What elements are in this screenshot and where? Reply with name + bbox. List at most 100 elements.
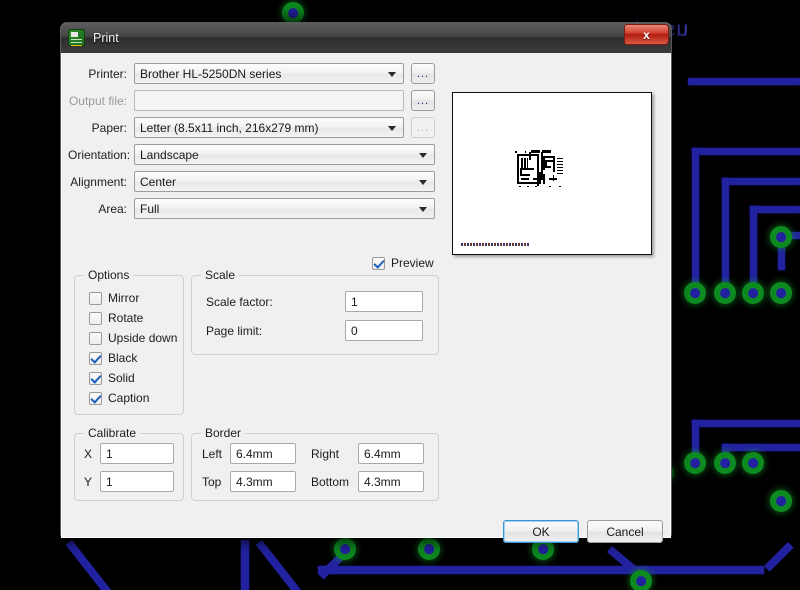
preview-checkbox-label: Preview [391, 256, 434, 270]
pcb-via [770, 282, 792, 304]
scale-factor-input[interactable]: 1 [345, 291, 423, 312]
option-caption-row[interactable]: Caption [89, 388, 183, 408]
border-bottom-input[interactable]: 4.3mm [358, 471, 424, 492]
calibrate-y-label: Y [84, 475, 93, 489]
alignment-row: Alignment: Center [68, 171, 435, 192]
area-value: Full [140, 201, 160, 216]
page-limit-value: 0 [351, 323, 358, 338]
pcb-trace [318, 566, 764, 574]
output-file-row: Output file: ... [68, 90, 435, 111]
paper-select[interactable]: Letter (8.5x11 inch, 216x279 mm) [134, 117, 404, 138]
option-upside-down-checkbox[interactable] [89, 331, 102, 345]
orientation-label: Orientation: [68, 147, 131, 162]
border-right-input[interactable]: 6.4mm [358, 443, 424, 464]
calibrate-x-label: X [84, 447, 93, 461]
pcb-via [770, 226, 792, 248]
option-mirror-checkbox[interactable] [89, 291, 102, 305]
pcb-via [418, 538, 440, 560]
print-dialog-window: Print x Printer: Brother HL-5250DN serie… [60, 22, 672, 543]
chevron-down-icon [388, 125, 396, 131]
calibrate-group: Calibrate X 1 Y 1 [74, 426, 184, 501]
chevron-down-icon [419, 152, 427, 158]
printer-select[interactable]: Brother HL-5250DN series [134, 63, 404, 84]
option-solid-checkbox[interactable] [89, 371, 102, 385]
printer-browse-button[interactable]: ... [411, 63, 435, 84]
print-preview-panel [452, 92, 652, 255]
option-upside-down-label: Upside down [108, 331, 178, 345]
option-mirror-label: Mirror [108, 291, 140, 305]
pcb-via [282, 2, 304, 24]
printer-row: Printer: Brother HL-5250DN series ... [68, 63, 435, 84]
option-solid-row[interactable]: Solid [89, 368, 183, 388]
scale-group: Scale Scale factor: 1 Page limit: 0 [191, 268, 439, 355]
alignment-label: Alignment: [70, 174, 127, 189]
border-top-input[interactable]: 4.3mm [230, 471, 296, 492]
pcb-trace [750, 206, 757, 288]
option-rotate-label: Rotate [108, 311, 144, 325]
options-group-title: Options [84, 268, 134, 282]
output-file-browse-button[interactable]: ... [411, 90, 435, 111]
border-right-label: Right [311, 447, 340, 461]
pcb-trace [65, 540, 153, 590]
area-label: Area: [98, 201, 127, 216]
pcb-via [684, 282, 706, 304]
border-group: Border Left 6.4mm Right 6.4mm Top 4.3mm … [191, 426, 439, 501]
border-bottom-value: 4.3mm [364, 474, 401, 489]
calibrate-y-input[interactable]: 1 [100, 471, 174, 492]
option-black-label: Black [108, 351, 138, 365]
pcb-via [714, 452, 736, 474]
option-rotate-checkbox[interactable] [89, 311, 102, 325]
title-bar[interactable]: Print x [61, 23, 671, 53]
option-upside-down-row[interactable]: Upside down [89, 328, 183, 348]
border-top-label: Top [202, 475, 222, 489]
calibrate-x-input[interactable]: 1 [100, 443, 174, 464]
alignment-select[interactable]: Center [134, 171, 435, 192]
option-rotate-row[interactable]: Rotate [89, 308, 183, 328]
preview-caption-text [461, 243, 529, 246]
ok-button[interactable]: OK [503, 520, 579, 543]
printer-label: Printer: [88, 66, 127, 81]
cancel-button[interactable]: Cancel [587, 520, 663, 543]
printer-value: Brother HL-5250DN series [140, 66, 282, 81]
pcb-trace [692, 148, 699, 288]
option-caption-label: Caption [108, 391, 150, 405]
pcb-trace [692, 148, 800, 155]
page-limit-label: Page limit: [206, 324, 263, 338]
page-limit-input[interactable]: 0 [345, 320, 423, 341]
option-caption-checkbox[interactable] [89, 391, 102, 405]
pcb-board-icon [68, 29, 85, 46]
border-right-value: 6.4mm [364, 446, 401, 461]
border-group-title: Border [201, 426, 246, 440]
pcb-preview-artwork [515, 150, 563, 187]
pcb-trace [750, 206, 800, 213]
pcb-via [630, 570, 652, 590]
orientation-select[interactable]: Landscape [134, 144, 435, 165]
border-bottom-label: Bottom [311, 475, 350, 489]
dialog-body: Printer: Brother HL-5250DN series ... Ou… [61, 53, 671, 543]
output-file-input[interactable] [134, 90, 404, 111]
paper-browse-button: ... [411, 117, 435, 138]
calibrate-group-title: Calibrate [84, 426, 141, 440]
calibrate-x-value: 1 [106, 446, 113, 461]
chevron-down-icon [388, 71, 396, 77]
scale-factor-value: 1 [351, 294, 358, 309]
pcb-via [770, 490, 792, 512]
preview-checkbox-row[interactable]: Preview [372, 256, 434, 270]
area-select[interactable]: Full [134, 198, 435, 219]
chevron-down-icon [419, 179, 427, 185]
option-black-row[interactable]: Black [89, 348, 183, 368]
preview-checkbox[interactable] [372, 256, 385, 270]
area-row: Area: Full [68, 198, 435, 219]
options-group: Options Mirror Rotate Upside down Black [74, 268, 184, 415]
option-mirror-row[interactable]: Mirror [89, 288, 183, 308]
pcb-via [684, 452, 706, 474]
pcb-trace [722, 444, 800, 451]
pcb-via [334, 538, 356, 560]
pcb-trace [764, 541, 794, 572]
close-icon[interactable]: x [624, 24, 669, 45]
paper-row: Paper: Letter (8.5x11 inch, 216x279 mm) … [68, 117, 435, 138]
border-left-input[interactable]: 6.4mm [230, 443, 296, 464]
option-black-checkbox[interactable] [89, 351, 102, 365]
pcb-trace [241, 540, 249, 590]
pcb-trace [722, 178, 729, 288]
